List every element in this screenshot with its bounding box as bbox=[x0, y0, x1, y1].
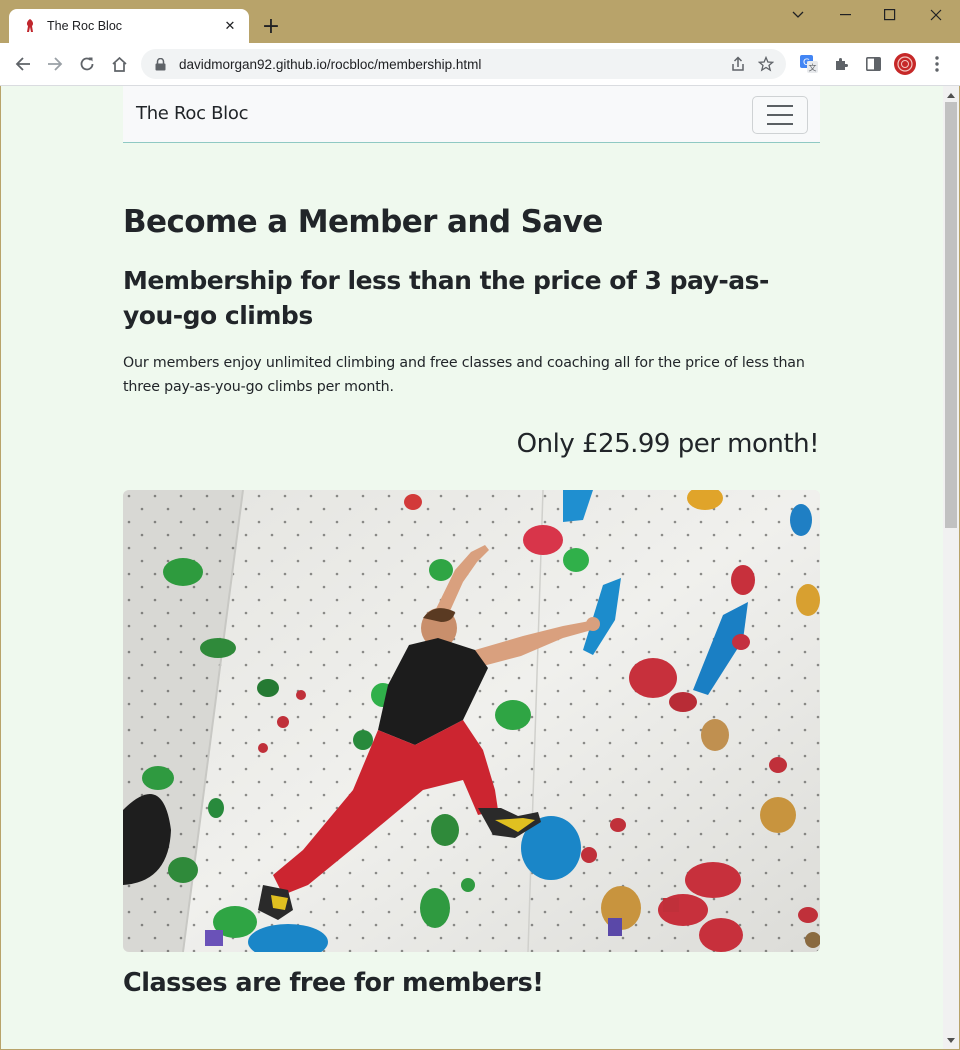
membership-subheading: Membership for less than the price of 3 … bbox=[123, 266, 769, 330]
hamburger-line bbox=[767, 123, 793, 125]
page-viewport: The Roc Bloc Become a Member and Save Me… bbox=[1, 86, 943, 1049]
lock-icon[interactable] bbox=[153, 57, 167, 71]
scroll-down-arrow-icon[interactable] bbox=[943, 1033, 959, 1047]
minimize-icon[interactable] bbox=[823, 0, 869, 30]
page-title: Become a Member and Save bbox=[123, 204, 603, 240]
menu-icon[interactable] bbox=[924, 51, 950, 77]
svg-text:文: 文 bbox=[809, 63, 817, 73]
bookmark-star-icon[interactable] bbox=[752, 50, 780, 78]
close-window-icon[interactable] bbox=[913, 0, 959, 30]
classes-heading: Classes are free for members! bbox=[123, 968, 544, 998]
page-scrollbar[interactable] bbox=[943, 86, 959, 1049]
address-bar[interactable]: davidmorgan92.github.io/rocbloc/membersh… bbox=[141, 49, 786, 79]
site-navbar: The Roc Bloc bbox=[123, 86, 820, 143]
chevron-down-icon[interactable] bbox=[775, 0, 821, 30]
translate-icon[interactable]: G文 bbox=[796, 51, 822, 77]
forward-icon[interactable] bbox=[41, 50, 69, 78]
climber-photo bbox=[123, 490, 820, 952]
extensions-icon[interactable] bbox=[828, 51, 854, 77]
navbar-brand[interactable]: The Roc Bloc bbox=[136, 103, 248, 124]
new-tab-icon[interactable]: + bbox=[258, 13, 284, 39]
price-callout: Only £25.99 per month! bbox=[516, 429, 820, 459]
membership-description: Our members enjoy unlimited climbing and… bbox=[123, 355, 805, 395]
hamburger-line bbox=[767, 105, 793, 107]
hamburger-menu-icon[interactable] bbox=[752, 96, 808, 134]
share-icon[interactable] bbox=[724, 50, 752, 78]
favicon-icon bbox=[23, 18, 37, 34]
tab-title: The Roc Bloc bbox=[47, 19, 123, 33]
maximize-icon[interactable] bbox=[867, 0, 913, 30]
profile-avatar[interactable] bbox=[892, 51, 918, 77]
url-text[interactable]: davidmorgan92.github.io/rocbloc/membersh… bbox=[179, 57, 724, 72]
browser-titlebar: The Roc Bloc ✕ + bbox=[0, 0, 960, 43]
back-icon[interactable] bbox=[9, 50, 37, 78]
side-panel-icon[interactable] bbox=[860, 51, 886, 77]
reload-icon[interactable] bbox=[73, 50, 101, 78]
home-icon[interactable] bbox=[105, 50, 133, 78]
scroll-up-arrow-icon[interactable] bbox=[943, 88, 959, 102]
browser-toolbar: davidmorgan92.github.io/rocbloc/membersh… bbox=[0, 43, 960, 86]
scroll-thumb[interactable] bbox=[945, 102, 957, 528]
hamburger-line bbox=[767, 114, 793, 116]
close-tab-icon[interactable]: ✕ bbox=[221, 17, 239, 35]
browser-tab[interactable]: The Roc Bloc ✕ bbox=[9, 9, 249, 43]
